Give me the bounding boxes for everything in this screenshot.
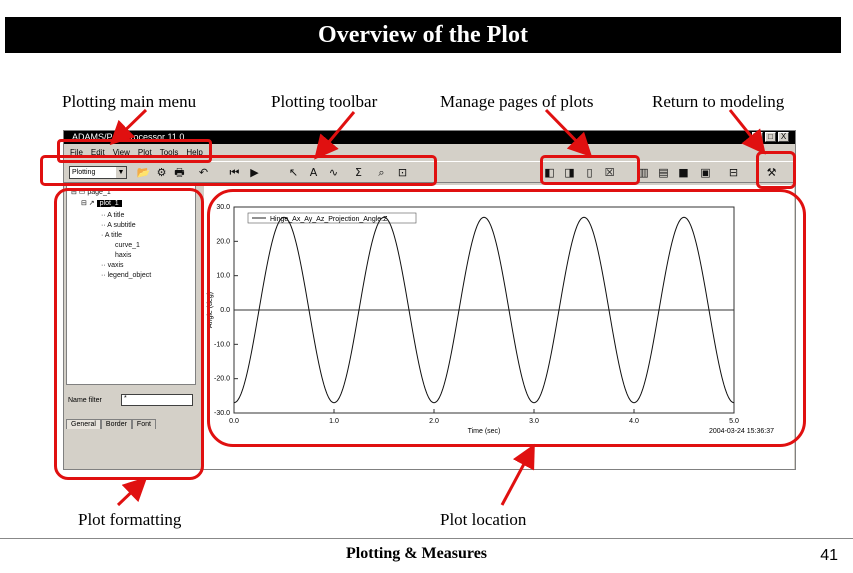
arrow-plot-formatting	[116, 476, 148, 507]
arrow-manage-pages	[544, 108, 593, 158]
arrow-toolbar	[314, 111, 356, 160]
arrow-return-modeling	[728, 109, 766, 155]
arrow-plot-location	[500, 443, 535, 506]
footer-title: Plotting & Measures	[346, 545, 488, 562]
page-number: 41	[820, 547, 838, 564]
arrow-main-menu	[109, 108, 148, 146]
footer-divider	[0, 538, 853, 539]
callout-arrows	[109, 108, 766, 507]
